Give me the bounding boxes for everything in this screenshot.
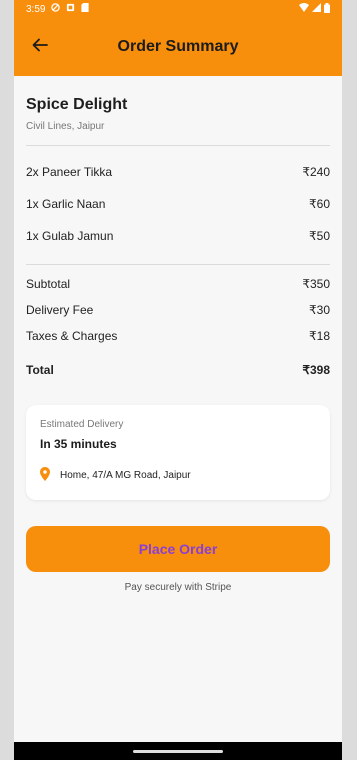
restaurant-address: Civil Lines, Jaipur <box>26 121 105 132</box>
payment-note: Pay securely with Stripe <box>124 582 232 593</box>
estimated-delivery-label: Estimated Delivery <box>40 419 124 430</box>
order-item-row: 1x Garlic Naan ₹60 <box>26 188 330 220</box>
signal-icon <box>312 3 321 15</box>
item-price: ₹50 <box>309 229 330 243</box>
delivery-fee-label: Delivery Fee <box>26 303 94 317</box>
sd-card-icon <box>81 3 90 15</box>
taxes-row: Taxes & Charges ₹18 <box>26 323 330 349</box>
item-name: 1x Garlic Naan <box>26 197 106 211</box>
taxes-value: ₹18 <box>309 329 330 343</box>
subtotal-label: Subtotal <box>26 277 71 291</box>
place-order-button[interactable]: Place Order <box>26 526 330 572</box>
total-row: Total ₹398 <box>26 351 330 389</box>
subtotal-value: ₹350 <box>302 277 330 291</box>
order-item-row: 1x Gulab Jamun ₹50 <box>26 220 330 252</box>
item-price: ₹240 <box>302 165 330 179</box>
delivery-address: Home, 47/A MG Road, Jaipur <box>60 470 191 481</box>
order-items-list: 2x Paneer Tikka ₹240 1x Garlic Naan ₹60 … <box>26 146 330 252</box>
delivery-fee-row: Delivery Fee ₹30 <box>26 297 330 323</box>
do-not-disturb-icon <box>51 3 61 15</box>
item-price: ₹60 <box>309 197 330 211</box>
phone-screen: 3:59 Order Summary Spice Delight Civil L… <box>14 0 342 760</box>
delivery-fee-value: ₹30 <box>309 303 330 317</box>
item-name: 2x Paneer Tikka <box>26 165 113 179</box>
divider <box>26 264 330 265</box>
delivery-card: Estimated Delivery In 35 minutes Home, 4… <box>26 405 330 500</box>
notification-icon <box>66 3 75 15</box>
status-time: 3:59 <box>26 3 46 15</box>
wifi-icon <box>299 3 309 15</box>
estimated-delivery-time: In 35 minutes <box>40 437 117 451</box>
navigation-bar <box>14 742 342 760</box>
restaurant-name: Spice Delight <box>26 96 128 113</box>
battery-icon <box>324 2 330 16</box>
delivery-address-row: Home, 47/A MG Road, Jaipur <box>40 467 316 484</box>
total-value: ₹398 <box>302 363 330 377</box>
total-label: Total <box>26 363 54 377</box>
app-bar: Order Summary <box>14 18 342 76</box>
location-pin-icon <box>40 467 50 484</box>
order-summary-content: Spice Delight Civil Lines, Jaipur 2x Pan… <box>14 76 342 593</box>
back-button[interactable] <box>26 33 54 61</box>
item-name: 1x Gulab Jamun <box>26 229 114 243</box>
home-gesture-handle[interactable] <box>133 749 223 753</box>
status-bar: 3:59 <box>14 0 342 18</box>
taxes-label: Taxes & Charges <box>26 329 118 343</box>
arrow-left-icon <box>32 38 48 57</box>
subtotal-row: Subtotal ₹350 <box>26 271 330 297</box>
page-title: Order Summary <box>117 38 239 55</box>
order-item-row: 2x Paneer Tikka ₹240 <box>26 156 330 188</box>
